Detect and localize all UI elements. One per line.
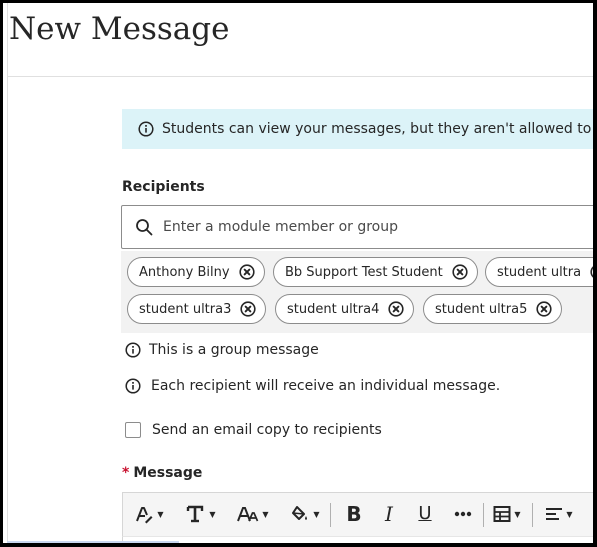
focus-highlight	[7, 541, 179, 543]
chevron-down-icon: ▼	[262, 509, 269, 519]
remove-circle-icon[interactable]	[590, 264, 597, 280]
remove-circle-icon[interactable]	[388, 301, 404, 317]
font-type-icon	[187, 505, 204, 523]
recipient-chip: Anthony Bilny	[127, 257, 265, 287]
table-icon	[493, 506, 511, 522]
individual-message-note: Each recipient will receive an individua…	[125, 378, 500, 394]
info-icon	[125, 378, 141, 394]
recipient-chip-label: Anthony Bilny	[139, 264, 230, 280]
more-icon	[454, 511, 472, 517]
chevron-down-icon: ▼	[157, 509, 164, 519]
message-label: * Message	[122, 465, 202, 481]
recipient-chip: student ultra4	[275, 294, 415, 324]
font-type-button[interactable]: ▼	[183, 493, 219, 535]
fill-color-icon	[292, 506, 308, 520]
recipient-chip-label: student ultra	[497, 264, 582, 280]
italic-icon: I	[385, 502, 393, 526]
recipient-chip-label: Bb Support Test Student	[285, 264, 443, 280]
title-divider	[7, 76, 593, 77]
align-icon	[546, 508, 563, 520]
email-copy-label[interactable]: Send an email copy to recipients	[152, 422, 382, 438]
bold-icon: B	[346, 502, 362, 526]
recipient-chip: Bb Support Test Student	[273, 257, 478, 287]
required-marker: *	[122, 465, 130, 481]
recipient-chip: student ultra	[485, 257, 597, 287]
recipient-search-box[interactable]	[121, 205, 593, 249]
remove-circle-icon[interactable]	[240, 301, 256, 317]
remove-circle-icon[interactable]	[536, 301, 552, 317]
chevron-down-icon: ▼	[209, 509, 216, 519]
recipient-chip-label: student ultra4	[287, 301, 380, 317]
recipient-chip: student ultra3	[127, 294, 267, 324]
info-icon	[138, 121, 154, 137]
left-divider	[7, 3, 8, 543]
more-options-button[interactable]	[449, 493, 477, 535]
remove-circle-icon[interactable]	[238, 264, 255, 280]
font-size-button[interactable]: ▼	[235, 493, 271, 535]
recipients-label: Recipients	[122, 179, 205, 195]
italic-button[interactable]: I	[375, 493, 403, 535]
group-message-text: This is a group message	[149, 342, 319, 358]
chevron-down-icon: ▼	[313, 509, 320, 519]
chevron-down-icon: ▼	[514, 509, 521, 519]
align-button[interactable]: ▼	[541, 493, 577, 535]
toolbar-separator	[483, 503, 484, 527]
remove-circle-icon[interactable]	[452, 264, 468, 280]
fill-color-button[interactable]: ▼	[287, 493, 323, 535]
info-icon	[125, 342, 141, 358]
recipient-chips-area: Anthony Bilny Bb Support Test Student st…	[121, 251, 597, 333]
underline-icon: U	[418, 503, 432, 524]
info-banner-text: Students can view your messages, but the…	[162, 121, 597, 137]
chevron-down-icon: ▼	[566, 509, 573, 519]
recipient-chip-label: student ultra5	[435, 301, 528, 317]
individual-message-text: Each recipient will receive an individua…	[151, 378, 501, 394]
message-label-text: Message	[133, 465, 203, 481]
toolbar-separator	[330, 503, 331, 527]
email-copy-checkbox[interactable]	[125, 422, 141, 438]
email-copy-row[interactable]: Send an email copy to recipients	[125, 422, 382, 438]
bold-button[interactable]: B	[339, 493, 369, 535]
info-banner: Students can view your messages, but the…	[122, 109, 597, 149]
editor-toolbar: ▼ ▼ ▼ ▼ B I U ▼ ▼	[122, 492, 593, 536]
recipient-chip-label: student ultra3	[139, 301, 232, 317]
group-message-note: This is a group message	[125, 342, 319, 358]
font-size-icon	[237, 507, 259, 522]
recipient-chip: student ultra5	[423, 294, 563, 324]
recipient-search-input[interactable]	[163, 219, 583, 235]
page-title: New Message	[9, 11, 230, 47]
message-editor-body[interactable]	[122, 536, 593, 543]
toolbar-separator	[532, 503, 533, 527]
new-message-panel: New Message Students can view your messa…	[0, 0, 597, 547]
text-style-button[interactable]: ▼	[131, 493, 167, 535]
underline-button[interactable]: U	[411, 493, 439, 535]
table-button[interactable]: ▼	[489, 493, 525, 535]
search-icon	[136, 219, 153, 236]
text-style-icon	[136, 507, 153, 524]
